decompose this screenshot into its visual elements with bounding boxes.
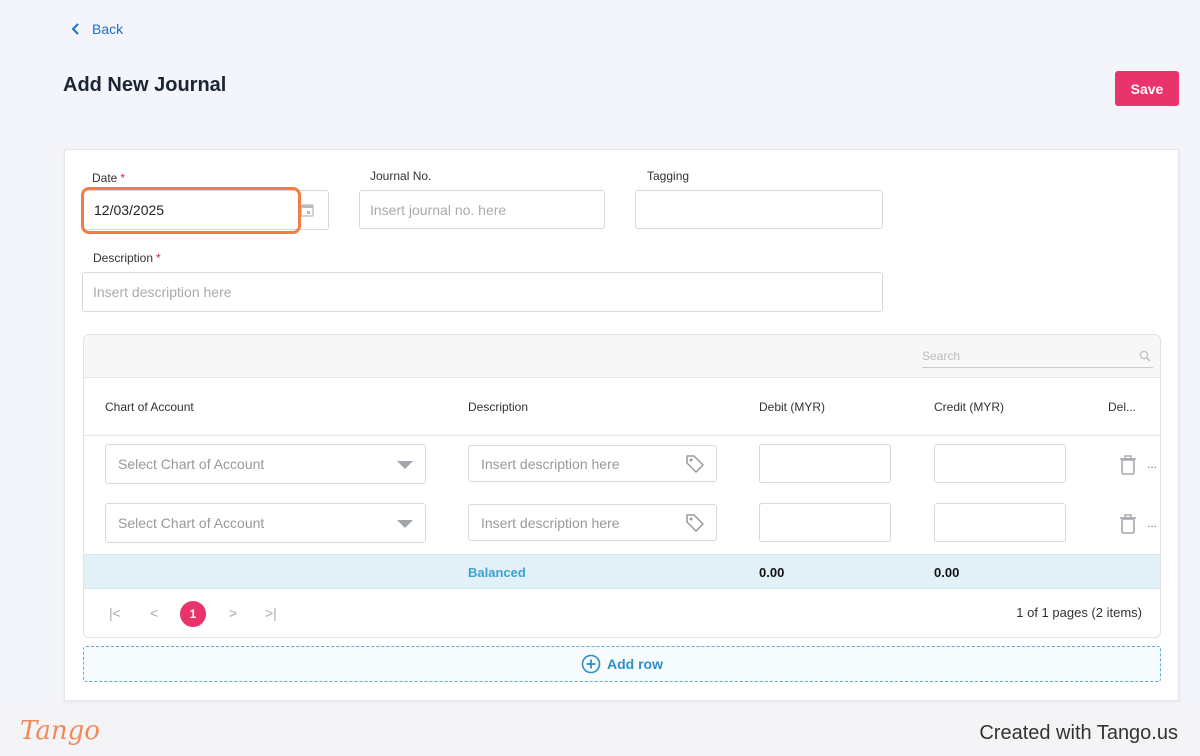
row-more-indicator: ... — [1147, 457, 1158, 471]
dropdown-caret-icon — [397, 520, 413, 528]
chart-of-account-select[interactable]: Select Chart of Account — [105, 444, 426, 484]
header-divider — [84, 435, 1160, 436]
prev-page-button[interactable]: < — [150, 605, 158, 621]
debit-input[interactable] — [759, 444, 891, 483]
trash-icon[interactable] — [1118, 454, 1138, 476]
page-title: Add New Journal — [63, 74, 227, 96]
column-header-delete[interactable]: Del... — [1108, 400, 1136, 414]
grid-toolbar: Search — [84, 335, 1160, 378]
tagging-input[interactable] — [635, 190, 883, 229]
journal-no-input[interactable]: Insert journal no. here — [359, 190, 605, 229]
credit-input[interactable] — [934, 503, 1066, 542]
created-with-text: Created with Tango.us — [979, 722, 1178, 744]
column-header-credit[interactable]: Credit (MYR) — [934, 400, 1004, 414]
save-button[interactable]: Save — [1115, 71, 1179, 106]
search-icon — [1139, 350, 1151, 362]
description-input[interactable]: Insert description here — [82, 272, 883, 312]
add-row-button[interactable]: Add row — [83, 646, 1161, 682]
row-more-indicator: ... — [1147, 516, 1158, 530]
journal-lines-grid: Search Chart of Account Description Debi… — [83, 334, 1161, 638]
line-description-input[interactable]: Insert description here — [468, 504, 717, 541]
column-header-description[interactable]: Description — [468, 400, 528, 414]
line-description-input[interactable]: Insert description here — [468, 445, 717, 482]
balance-summary-row: Balanced 0.00 0.00 — [84, 554, 1160, 589]
trash-icon[interactable] — [1118, 513, 1138, 535]
chevron-left-icon — [71, 23, 79, 35]
journal-no-placeholder: Insert journal no. here — [370, 201, 507, 218]
credit-total: 0.00 — [934, 565, 960, 580]
debit-input[interactable] — [759, 503, 891, 542]
tag-icon[interactable] — [684, 453, 706, 475]
search-placeholder: Search — [922, 348, 961, 363]
column-header-debit[interactable]: Debit (MYR) — [759, 400, 825, 414]
tango-footer: Tango Created with Tango.us — [0, 710, 1200, 756]
journal-form-card: Date * 12/03/2025 Journal No. Insert jour… — [64, 149, 1179, 701]
balance-status: Balanced — [468, 565, 526, 580]
tag-icon[interactable] — [684, 512, 706, 534]
tagging-label: Tagging — [647, 169, 690, 183]
debit-total: 0.00 — [759, 565, 785, 580]
journal-no-label: Journal No. — [370, 169, 432, 183]
description-placeholder: Insert description here — [93, 284, 232, 300]
first-page-button[interactable]: |< — [109, 605, 121, 621]
chart-of-account-placeholder: Select Chart of Account — [118, 456, 265, 472]
description-label: Description * — [93, 251, 161, 265]
chart-of-account-select[interactable]: Select Chart of Account — [105, 503, 426, 543]
back-label: Back — [92, 21, 124, 37]
line-description-placeholder: Insert description here — [481, 514, 620, 531]
add-row-label: Add row — [607, 656, 663, 672]
next-page-button[interactable]: > — [229, 605, 237, 621]
credit-input[interactable] — [934, 444, 1066, 483]
dropdown-caret-icon — [397, 461, 413, 469]
tango-logo: Tango — [20, 716, 100, 746]
line-description-placeholder: Insert description here — [481, 455, 620, 472]
calendar-icon[interactable] — [300, 203, 314, 217]
date-label: Date * — [92, 171, 126, 185]
page-1-button[interactable]: 1 — [180, 601, 206, 627]
plus-circle-icon — [581, 654, 601, 674]
page-info: 1 of 1 pages (2 items) — [1016, 605, 1142, 620]
chart-of-account-placeholder: Select Chart of Account — [118, 515, 265, 531]
back-link[interactable]: Back — [70, 21, 123, 37]
column-header-chart-of-account[interactable]: Chart of Account — [105, 400, 194, 414]
date-highlight-outline — [81, 187, 301, 234]
last-page-button[interactable]: >| — [265, 605, 277, 621]
grid-search-input[interactable]: Search — [922, 344, 1153, 368]
